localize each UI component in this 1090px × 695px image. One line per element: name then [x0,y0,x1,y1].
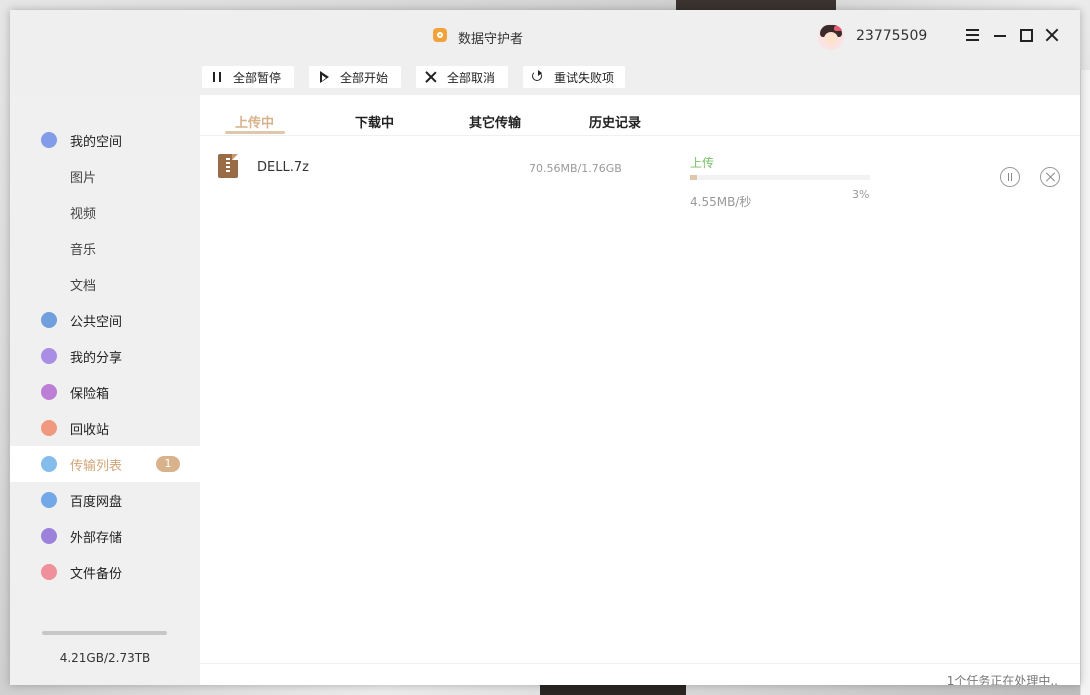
sidebar-item-label: 回收站 [70,422,110,438]
sidebar-item-10[interactable]: 百度网盘 [10,482,200,518]
sidebar-item-12[interactable]: 文件备份 [10,554,200,590]
transfer-panel: 上传中 下载中 其它传输 历史记录 DELL.7z 70.56MB/1.76GB… [200,95,1080,685]
tab-downloading[interactable]: 下载中 [355,112,394,131]
cancel-all-label: 全部取消 [447,70,496,85]
sidebar-item-2[interactable]: 视频 [10,194,200,230]
backup-icon [41,564,57,580]
storage-usage-text: 4.21GB/2.73TB [59,651,151,665]
file-name: DELL.7z [257,160,309,175]
avatar-face [824,32,838,46]
transfer-speed: 4.55MB/秒 [690,195,752,209]
sidebar-item-label: 传输列表 [70,458,123,474]
status-bar: 1个任务正在处理中.. [200,663,1080,685]
usb-icon [41,528,57,544]
avatar[interactable] [818,24,844,50]
sidebar-item-5[interactable]: 公共空间 [10,302,200,338]
trash-icon [41,420,57,436]
transfer-row[interactable]: DELL.7z 70.56MB/1.76GB 上传 4.55MB/秒 3% [200,145,1080,209]
archive-file-icon [218,154,238,178]
play-icon [317,70,331,84]
transfer-count-badge: 1 [156,456,180,472]
sidebar-item-0[interactable]: 我的空间 [10,122,200,158]
start-all-button[interactable]: 全部开始 [309,66,401,88]
background-photo-strip-top [676,0,836,10]
sidebar-item-label: 视频 [70,206,97,222]
close-icon [424,70,438,84]
sidebar-item-label: 外部存储 [70,530,123,546]
storage-usage-bar [42,631,167,635]
sidebar-item-label: 百度网盘 [70,494,123,510]
refresh-icon [531,70,545,84]
transfer-icon [41,456,57,472]
file-size: 70.56MB/1.76GB [529,162,622,175]
pause-all-button[interactable]: 全部暂停 [202,66,294,88]
sidebar-item-1[interactable]: 图片 [10,158,200,194]
app-title: 数据守护者 [458,32,524,47]
retry-failed-label: 重试失败项 [554,70,615,85]
pause-all-label: 全部暂停 [233,70,282,85]
sidebar: 我的空间图片视频音乐文档公共空间我的分享保险箱回收站传输列表 1 百度网盘外部存储文… [10,95,200,685]
sidebar-item-label: 文件备份 [70,566,123,582]
minimize-icon[interactable] [992,27,1008,43]
maximize-icon[interactable] [1018,27,1034,43]
close-icon[interactable] [1044,27,1060,43]
share-icon [41,348,57,364]
tab-history[interactable]: 历史记录 [589,112,641,131]
retry-failed-button[interactable]: 重试失败项 [523,66,625,88]
sidebar-item-3[interactable]: 音乐 [10,230,200,266]
progress-percent: 3% [852,188,870,201]
transfer-status: 上传 [690,156,715,170]
app-logo-icon [433,28,447,42]
cancel-transfer-icon[interactable] [1040,167,1060,187]
status-text: 1个任务正在处理中.. [946,674,1058,685]
progress-bar [690,175,870,180]
background-photo-strip [540,684,686,695]
start-all-label: 全部开始 [340,70,389,85]
sidebar-item-7[interactable]: 保险箱 [10,374,200,410]
sidebar-item-9[interactable]: 传输列表 1 [10,446,200,482]
pause-icon [210,70,224,84]
sidebar-item-4[interactable]: 文档 [10,266,200,302]
safe-icon [41,384,57,400]
sidebar-item-6[interactable]: 我的分享 [10,338,200,374]
tab-other-transfers[interactable]: 其它传输 [469,112,521,131]
cancel-all-button[interactable]: 全部取消 [416,66,508,88]
active-tab-indicator [225,131,285,134]
title-bar: 数据守护者 23775509 全部暂停 全部开始 全部取消 重试失败项 [10,10,1080,95]
background-window-edge [1080,70,1090,695]
progress-fill [690,175,698,180]
pause-transfer-icon[interactable] [1000,167,1020,187]
folder-icon [41,132,57,148]
cloud-icon [41,492,57,508]
menu-icon[interactable] [965,27,981,43]
sidebar-item-8[interactable]: 回收站 [10,410,200,446]
user-id[interactable]: 23775509 [856,28,927,44]
transfer-tabs: 上传中 下载中 其它传输 历史记录 [200,95,1080,136]
sidebar-item-label: 公共空间 [70,314,123,330]
sidebar-item-11[interactable]: 外部存储 [10,518,200,554]
send-icon [41,312,57,328]
sidebar-item-label: 音乐 [70,242,97,258]
sidebar-item-label: 我的空间 [70,134,123,150]
tab-uploading[interactable]: 上传中 [235,112,274,131]
sidebar-item-label: 图片 [70,170,97,186]
avatar-bow [834,26,842,31]
sidebar-item-label: 我的分享 [70,350,123,366]
app-window: 数据守护者 23775509 全部暂停 全部开始 全部取消 重试失败项 我的空间… [10,10,1080,685]
sidebar-item-label: 保险箱 [70,386,110,402]
sidebar-item-label: 文档 [70,278,97,294]
